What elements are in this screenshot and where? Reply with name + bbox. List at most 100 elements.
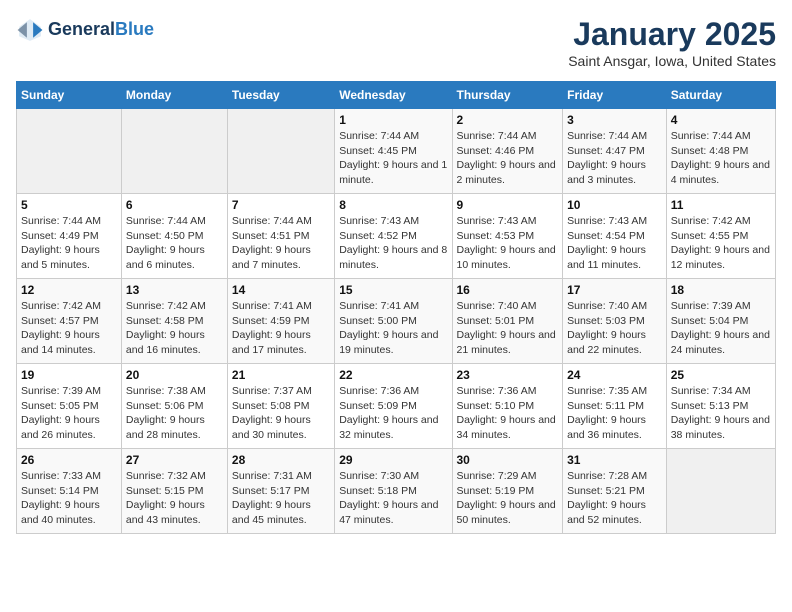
day-info: Sunrise: 7:44 AM Sunset: 4:48 PM Dayligh… — [671, 129, 771, 188]
day-info: Sunrise: 7:43 AM Sunset: 4:54 PM Dayligh… — [567, 214, 662, 273]
day-cell: 12Sunrise: 7:42 AM Sunset: 4:57 PM Dayli… — [17, 279, 122, 364]
day-cell: 21 Sunrise: 7:37 AM Sunset: 5:08 PM Dayli… — [227, 364, 334, 449]
day-cell: 29 Sunrise: 7:30 AM Sunset: 5:18 PM Dayli… — [335, 449, 452, 534]
calendar-title: January 2025 — [568, 16, 776, 53]
day-cell: 19Sunrise: 7:39 AM Sunset: 5:05 PM Dayli… — [17, 364, 122, 449]
day-number: 31 — [567, 453, 662, 467]
day-number: 10 — [567, 198, 662, 212]
day-number: 14 — [232, 283, 330, 297]
day-cell: 30 Sunrise: 7:29 AM Sunset: 5:19 PM Dayli… — [452, 449, 563, 534]
day-number: 4 — [671, 113, 771, 127]
day-number: 6 — [126, 198, 223, 212]
day-cell: 7 Sunrise: 7:44 AM Sunset: 4:51 PM Daylig… — [227, 194, 334, 279]
day-cell: 17 Sunrise: 7:40 AM Sunset: 5:03 PM Dayli… — [563, 279, 667, 364]
day-cell: 20 Sunrise: 7:38 AM Sunset: 5:06 PM Dayli… — [121, 364, 227, 449]
day-cell: 5 Sunrise: 7:44 AM Sunset: 4:49 PM Daylig… — [17, 194, 122, 279]
day-number: 28 — [232, 453, 330, 467]
day-number: 27 — [126, 453, 223, 467]
day-info: Sunrise: 7:43 AM Sunset: 4:52 PM Dayligh… — [339, 214, 447, 273]
day-info: Sunrise: 7:37 AM Sunset: 5:08 PM Dayligh… — [232, 384, 330, 443]
day-info: Sunrise: 7:42 AM Sunset: 4:57 PM Dayligh… — [21, 299, 117, 358]
day-cell: 2Sunrise: 7:44 AM Sunset: 4:46 PM Daylig… — [452, 109, 563, 194]
day-info: Sunrise: 7:28 AM Sunset: 5:21 PM Dayligh… — [567, 469, 662, 528]
week-row-0: 1 Sunrise: 7:44 AM Sunset: 4:45 PM Daylig… — [17, 109, 776, 194]
title-area: January 2025 Saint Ansgar, Iowa, United … — [568, 16, 776, 69]
day-number: 1 — [339, 113, 447, 127]
day-cell: 26 Sunrise: 7:33 AM Sunset: 5:14 PM Dayli… — [17, 449, 122, 534]
day-number: 9 — [457, 198, 559, 212]
day-cell — [17, 109, 122, 194]
day-info: Sunrise: 7:41 AM Sunset: 4:59 PM Dayligh… — [232, 299, 330, 358]
day-number: 15 — [339, 283, 447, 297]
header-cell-saturday: Saturday — [666, 82, 775, 109]
day-info: Sunrise: 7:40 AM Sunset: 5:01 PM Dayligh… — [457, 299, 559, 358]
day-cell: 24Sunrise: 7:35 AM Sunset: 5:11 PM Dayli… — [563, 364, 667, 449]
logo-icon — [16, 16, 44, 44]
day-cell: 8 Sunrise: 7:43 AM Sunset: 4:52 PM Daylig… — [335, 194, 452, 279]
day-cell: 3 Sunrise: 7:44 AM Sunset: 4:47 PM Daylig… — [563, 109, 667, 194]
day-number: 7 — [232, 198, 330, 212]
header-cell-monday: Monday — [121, 82, 227, 109]
day-info: Sunrise: 7:38 AM Sunset: 5:06 PM Dayligh… — [126, 384, 223, 443]
header-cell-thursday: Thursday — [452, 82, 563, 109]
day-info: Sunrise: 7:36 AM Sunset: 5:09 PM Dayligh… — [339, 384, 447, 443]
day-cell: 10 Sunrise: 7:43 AM Sunset: 4:54 PM Dayli… — [563, 194, 667, 279]
day-number: 29 — [339, 453, 447, 467]
week-row-3: 19Sunrise: 7:39 AM Sunset: 5:05 PM Dayli… — [17, 364, 776, 449]
week-row-2: 12Sunrise: 7:42 AM Sunset: 4:57 PM Dayli… — [17, 279, 776, 364]
day-info: Sunrise: 7:39 AM Sunset: 5:04 PM Dayligh… — [671, 299, 771, 358]
day-info: Sunrise: 7:43 AM Sunset: 4:53 PM Dayligh… — [457, 214, 559, 273]
day-cell: 22 Sunrise: 7:36 AM Sunset: 5:09 PM Dayli… — [335, 364, 452, 449]
day-info: Sunrise: 7:44 AM Sunset: 4:51 PM Dayligh… — [232, 214, 330, 273]
day-number: 23 — [457, 368, 559, 382]
day-info: Sunrise: 7:41 AM Sunset: 5:00 PM Dayligh… — [339, 299, 447, 358]
logo-text: GeneralBlue — [48, 20, 154, 40]
day-number: 17 — [567, 283, 662, 297]
day-cell: 6Sunrise: 7:44 AM Sunset: 4:50 PM Daylig… — [121, 194, 227, 279]
calendar-subtitle: Saint Ansgar, Iowa, United States — [568, 53, 776, 69]
day-info: Sunrise: 7:31 AM Sunset: 5:17 PM Dayligh… — [232, 469, 330, 528]
day-cell: 4 Sunrise: 7:44 AM Sunset: 4:48 PM Daylig… — [666, 109, 775, 194]
day-number: 21 — [232, 368, 330, 382]
day-info: Sunrise: 7:30 AM Sunset: 5:18 PM Dayligh… — [339, 469, 447, 528]
day-cell — [121, 109, 227, 194]
header-cell-friday: Friday — [563, 82, 667, 109]
day-number: 3 — [567, 113, 662, 127]
day-info: Sunrise: 7:44 AM Sunset: 4:45 PM Dayligh… — [339, 129, 447, 188]
day-cell: 9 Sunrise: 7:43 AM Sunset: 4:53 PM Daylig… — [452, 194, 563, 279]
day-number: 11 — [671, 198, 771, 212]
day-info: Sunrise: 7:29 AM Sunset: 5:19 PM Dayligh… — [457, 469, 559, 528]
day-info: Sunrise: 7:34 AM Sunset: 5:13 PM Dayligh… — [671, 384, 771, 443]
day-info: Sunrise: 7:44 AM Sunset: 4:47 PM Dayligh… — [567, 129, 662, 188]
day-info: Sunrise: 7:40 AM Sunset: 5:03 PM Dayligh… — [567, 299, 662, 358]
week-row-4: 26 Sunrise: 7:33 AM Sunset: 5:14 PM Dayli… — [17, 449, 776, 534]
week-row-1: 5 Sunrise: 7:44 AM Sunset: 4:49 PM Daylig… — [17, 194, 776, 279]
day-number: 8 — [339, 198, 447, 212]
day-number: 26 — [21, 453, 117, 467]
calendar-table: SundayMondayTuesdayWednesdayThursdayFrid… — [16, 81, 776, 534]
day-number: 19 — [21, 368, 117, 382]
day-number: 20 — [126, 368, 223, 382]
day-cell: 27 Sunrise: 7:32 AM Sunset: 5:15 PM Dayli… — [121, 449, 227, 534]
day-cell: 25Sunrise: 7:34 AM Sunset: 5:13 PM Dayli… — [666, 364, 775, 449]
calendar-body: 1 Sunrise: 7:44 AM Sunset: 4:45 PM Daylig… — [17, 109, 776, 534]
day-number: 30 — [457, 453, 559, 467]
header-cell-sunday: Sunday — [17, 82, 122, 109]
day-number: 22 — [339, 368, 447, 382]
day-cell: 28 Sunrise: 7:31 AM Sunset: 5:17 PM Dayli… — [227, 449, 334, 534]
day-number: 5 — [21, 198, 117, 212]
day-cell: 13Sunrise: 7:42 AM Sunset: 4:58 PM Dayli… — [121, 279, 227, 364]
day-cell — [666, 449, 775, 534]
day-number: 13 — [126, 283, 223, 297]
day-number: 18 — [671, 283, 771, 297]
day-info: Sunrise: 7:44 AM Sunset: 4:46 PM Dayligh… — [457, 129, 559, 188]
day-info: Sunrise: 7:32 AM Sunset: 5:15 PM Dayligh… — [126, 469, 223, 528]
day-cell: 14 Sunrise: 7:41 AM Sunset: 4:59 PM Dayli… — [227, 279, 334, 364]
day-info: Sunrise: 7:33 AM Sunset: 5:14 PM Dayligh… — [21, 469, 117, 528]
day-cell: 15 Sunrise: 7:41 AM Sunset: 5:00 PM Dayli… — [335, 279, 452, 364]
day-info: Sunrise: 7:36 AM Sunset: 5:10 PM Dayligh… — [457, 384, 559, 443]
day-cell: 11Sunrise: 7:42 AM Sunset: 4:55 PM Dayli… — [666, 194, 775, 279]
calendar-header: SundayMondayTuesdayWednesdayThursdayFrid… — [17, 82, 776, 109]
day-info: Sunrise: 7:44 AM Sunset: 4:49 PM Dayligh… — [21, 214, 117, 273]
header-cell-tuesday: Tuesday — [227, 82, 334, 109]
